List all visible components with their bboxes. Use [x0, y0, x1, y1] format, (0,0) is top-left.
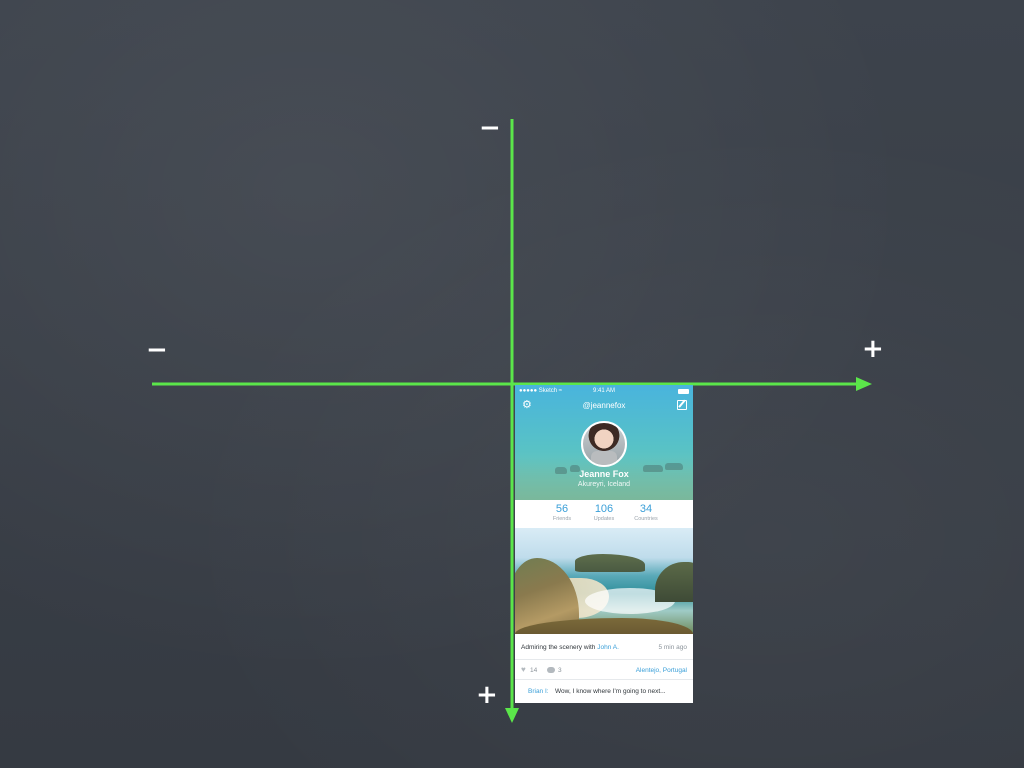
- stat-label: Friends: [552, 516, 572, 522]
- stat-updates[interactable]: 106 Updates: [583, 500, 625, 528]
- profile-location: Akureyri, Iceland: [577, 481, 631, 488]
- axes-diagram: [152, 119, 872, 723]
- profile-handle: @jeannefox: [582, 401, 626, 410]
- post-actions-row: ♥ 14 3 Alentejo, Portugal: [515, 660, 693, 680]
- comment-count: 3: [558, 667, 562, 674]
- post-time: 5 min ago: [658, 644, 687, 651]
- stat-label: Countries: [634, 516, 658, 522]
- status-time: 9:41 AM: [592, 388, 615, 394]
- axis-minus-left-label: −: [146, 335, 168, 365]
- like-count: 14: [530, 667, 538, 674]
- post-caption: Admiring the scenery with John A.: [521, 644, 619, 651]
- nav-bar: ⚙ @jeannefox: [515, 399, 693, 413]
- comment-icon[interactable]: [547, 667, 555, 673]
- stat-countries[interactable]: 34 Countries: [625, 500, 667, 528]
- battery-icon: [678, 389, 689, 394]
- post-place-link[interactable]: Alentejo, Portugal: [636, 667, 687, 674]
- axis-plus-right-label: +: [862, 334, 884, 364]
- caption-mention-link[interactable]: John A.: [597, 644, 619, 651]
- photo-right-cliff: [655, 562, 693, 602]
- comment-author-link[interactable]: Brian I:: [528, 688, 549, 695]
- vertical-axis-arrowhead: [505, 708, 519, 723]
- stat-friends[interactable]: 56 Friends: [541, 500, 583, 528]
- comment-text: Wow, I know where I'm going to next...: [555, 688, 666, 695]
- slide-canvas: − − + + ●●●●● Sketch ≈ 9:41 AM ⚙ @jeanne…: [0, 0, 1024, 768]
- stat-label: Updates: [593, 516, 615, 522]
- post-caption-row: Admiring the scenery with John A. 5 min …: [515, 634, 693, 660]
- comment-row: Brian I: Wow, I know where I'm going to …: [515, 680, 693, 703]
- profile-stats: 56 Friends 106 Updates 34 Countries: [515, 500, 693, 528]
- avatar-scarf: [591, 451, 617, 465]
- profile-header: ●●●●● Sketch ≈ 9:41 AM ⚙ @jeannefox Jean…: [515, 385, 693, 500]
- status-bar: ●●●●● Sketch ≈ 9:41 AM: [515, 386, 693, 396]
- caption-text: Admiring the scenery with: [521, 644, 598, 651]
- photo-far-cliff: [575, 554, 645, 572]
- profile-name: Jeanne Fox: [579, 469, 629, 479]
- avatar[interactable]: [581, 421, 627, 467]
- heart-icon[interactable]: ♥: [521, 666, 526, 674]
- compose-icon[interactable]: [677, 400, 687, 410]
- axis-minus-top-label: −: [479, 113, 501, 143]
- phone-profile-screen: ●●●●● Sketch ≈ 9:41 AM ⚙ @jeannefox Jean…: [515, 385, 693, 703]
- stat-value: 56: [555, 503, 569, 515]
- axis-plus-bottom-label: +: [476, 680, 498, 710]
- stat-value: 106: [594, 503, 614, 515]
- stat-value: 34: [639, 503, 653, 515]
- horizontal-axis-arrowhead: [856, 377, 872, 391]
- post-photo[interactable]: [515, 528, 693, 634]
